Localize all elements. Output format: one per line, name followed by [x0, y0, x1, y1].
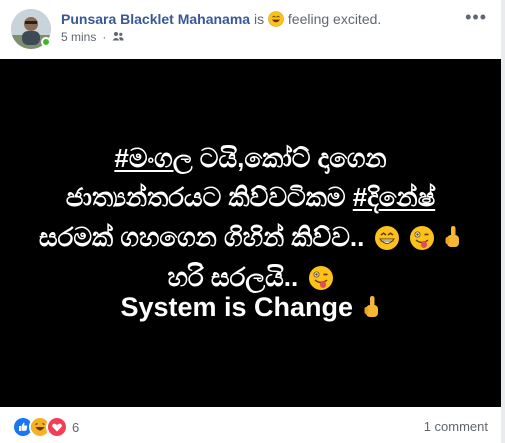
image-text-line-2: ජාත්‍යන්තරයට කිව්වටිකම #දිනේෂ්	[0, 182, 501, 212]
line1-rest: ටයි,කෝට් දාගෙන	[192, 143, 387, 173]
excited-emoji-icon	[268, 11, 284, 30]
reaction-count[interactable]: 6	[72, 420, 79, 435]
hashtag-mangala: #මංගල	[114, 143, 193, 173]
friends-icon[interactable]	[112, 30, 124, 44]
post-meta: 5 mins ·	[61, 30, 124, 44]
image-text-line-1: #මංගල ටයි,කෝට් දාගෙන	[0, 143, 501, 173]
author-name[interactable]: Punsara Blacklet Mahanama	[61, 11, 250, 27]
love-icon	[46, 416, 68, 438]
image-text-line-5: System is Change	[0, 292, 501, 327]
line5-text: System is Change	[120, 292, 354, 322]
middle-finger-emoji-icon	[444, 225, 462, 257]
grin-emoji-icon	[374, 225, 400, 257]
feeling-text[interactable]: feeling excited.	[288, 11, 381, 27]
dot-separator: ·	[102, 30, 107, 44]
line2-text: ජාත්‍යන්තරයට කිව්වටිකම	[65, 182, 353, 212]
comment-count-link[interactable]: 1 comment	[424, 419, 488, 434]
image-text-line-3: සරමක් ගහගෙන ගිහින් කිව්ව..	[0, 222, 501, 257]
post-timestamp[interactable]: 5 mins	[61, 30, 96, 44]
hashtag-dinesh: #දිනේෂ්	[352, 182, 436, 212]
line3-text: සරමක් ගහගෙන ගිහින් කිව්ව..	[38, 222, 365, 252]
post-image[interactable]: #මංගල ටයි,කෝට් දාගෙන ජාත්‍යන්තරයට කිව්වට…	[0, 59, 501, 407]
middle-finger-emoji-icon-2	[363, 295, 381, 327]
right-scroll-rail	[501, 0, 505, 443]
is-text: is	[253, 11, 265, 27]
feed-post: Punsara Blacklet Mahanama is feeling exc…	[0, 0, 501, 443]
crazy-face-emoji-icon	[409, 225, 435, 257]
reactions-summary[interactable]: 6	[12, 416, 79, 438]
online-status-dot	[41, 37, 51, 47]
line4-text: හරි සරලයි..	[167, 262, 299, 292]
more-dots-icon[interactable]: •••	[465, 8, 487, 26]
post-headline: Punsara Blacklet Mahanama is feeling exc…	[61, 11, 381, 30]
